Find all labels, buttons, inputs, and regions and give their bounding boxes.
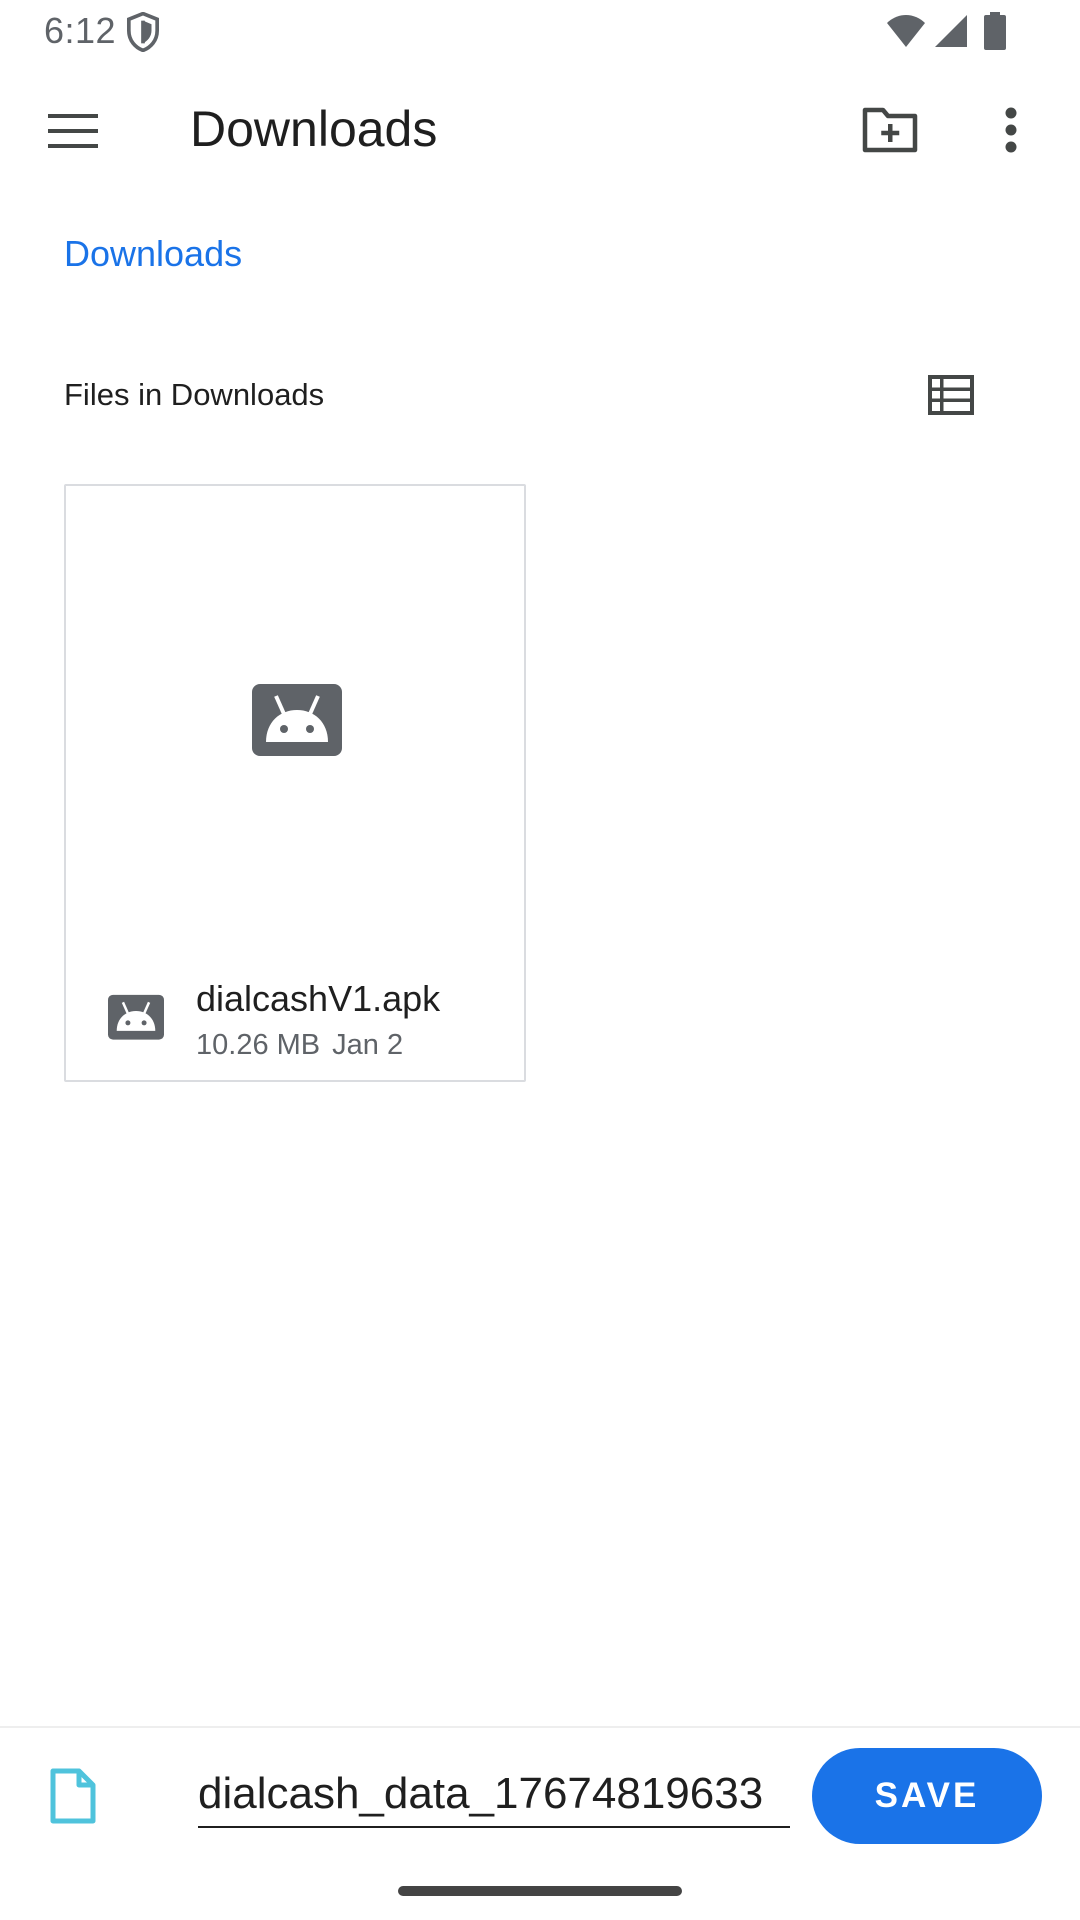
save-button[interactable]: SAVE — [812, 1748, 1042, 1844]
file-size: 10.26 MB — [196, 1029, 321, 1061]
new-folder-icon — [862, 107, 918, 153]
file-thumbnail — [66, 486, 524, 926]
file-date: Jan 2 — [332, 1029, 404, 1061]
document-icon — [50, 1768, 96, 1824]
file-metadata: 10.26 MB Jan 2 — [196, 1026, 403, 1064]
new-folder-button[interactable] — [852, 92, 928, 168]
menu-button[interactable] — [36, 94, 110, 168]
shield-icon — [126, 12, 160, 52]
view-toggle-button[interactable] — [918, 362, 984, 428]
menu-icon — [48, 114, 98, 148]
status-time: 6:12 — [44, 10, 117, 51]
android-apk-icon — [252, 684, 342, 756]
page-title: Downloads — [190, 101, 438, 157]
save-bar: SAVE — [0, 1726, 1080, 1920]
filename-input[interactable] — [198, 1762, 790, 1828]
section-title: Files in Downloads — [64, 377, 325, 412]
signal-icon — [935, 15, 967, 47]
more-vert-icon — [1005, 107, 1017, 153]
list-view-icon — [928, 375, 974, 415]
android-apk-small-icon — [108, 994, 164, 1040]
app-bar: Downloads — [0, 66, 1080, 190]
file-grid-item[interactable]: dialcashV1.apk 10.26 MB Jan 2 — [64, 484, 526, 1082]
wifi-icon — [887, 15, 925, 47]
battery-icon — [984, 12, 1006, 50]
more-options-button[interactable] — [976, 92, 1046, 168]
file-name: dialcashV1.apk — [196, 978, 441, 1019]
document-picker-screen: 6:12 Downloads Downloads Files in Downlo… — [0, 0, 1080, 1920]
breadcrumb-downloads[interactable]: Downloads — [64, 230, 242, 278]
navigation-handle[interactable] — [398, 1886, 682, 1896]
status-bar: 6:12 — [0, 0, 1080, 62]
